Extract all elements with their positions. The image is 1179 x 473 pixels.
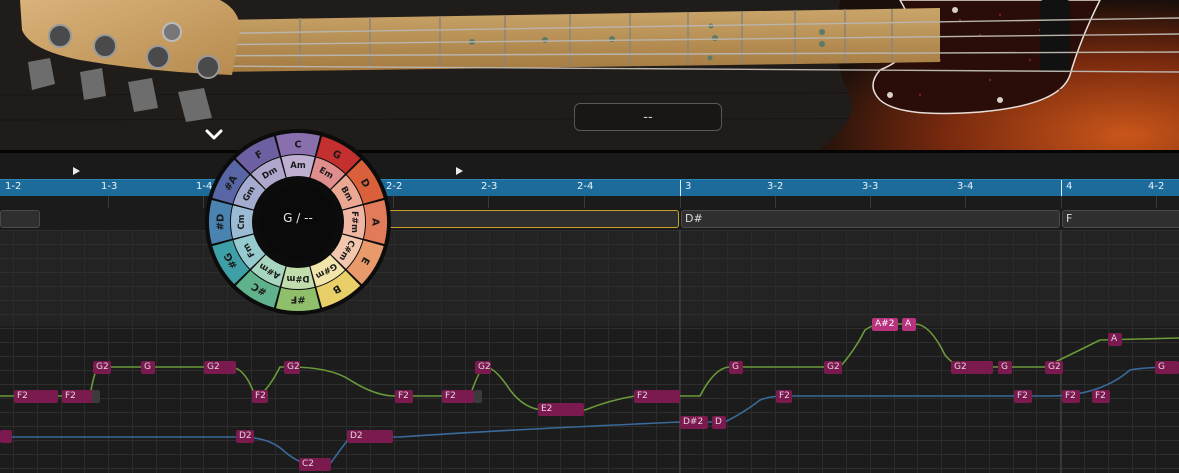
note[interactable]: F2 xyxy=(14,390,58,403)
wheel-major-label: A xyxy=(370,218,381,226)
note[interactable]: F2 xyxy=(442,390,474,403)
ruler-label: 2-3 xyxy=(481,181,498,192)
note[interactable]: G xyxy=(1155,361,1179,374)
chord-wheel[interactable]: C Am G Em D Bm A F#m E C#m B G#m #F D#m #C A#m #G Fm #D Cm #… xyxy=(204,128,392,316)
note[interactable]: G2 xyxy=(284,361,300,374)
note[interactable]: F2 xyxy=(395,390,413,403)
note[interactable]: G2 xyxy=(475,361,491,374)
ruler-label: 4-2 xyxy=(1148,181,1165,192)
ruler-label: 1-3 xyxy=(101,181,118,192)
wheel-minor-label: F#m xyxy=(349,211,359,233)
note[interactable]: G2 xyxy=(951,361,993,374)
note[interactable]: G2 xyxy=(93,361,111,374)
app-window: -- 1-2 1-3 1-4 2-2 2-3 2-4 3 3-2 3-3 3-4… xyxy=(0,0,1179,473)
marker-row xyxy=(0,153,1179,179)
grid-lines xyxy=(0,230,1179,473)
chord-track: D# F xyxy=(0,208,1179,230)
ruler-label: 3-2 xyxy=(767,181,784,192)
bar-line xyxy=(1061,180,1062,197)
note[interactable]: E2 xyxy=(538,403,584,416)
note[interactable]: D2 xyxy=(347,430,393,443)
note[interactable]: A xyxy=(902,318,916,331)
note[interactable]: F2 xyxy=(776,390,792,403)
play-icon[interactable] xyxy=(73,167,80,175)
wheel-minor-label: D#m xyxy=(286,273,309,283)
chord-block[interactable]: F xyxy=(1062,210,1179,228)
wheel-minor-label: Cm xyxy=(237,214,247,229)
note[interactable]: F2 xyxy=(634,390,680,403)
note[interactable]: D2 xyxy=(236,430,254,443)
note[interactable]: A#2 xyxy=(872,318,898,331)
note[interactable]: F2 xyxy=(62,390,94,403)
note[interactable]: F2 xyxy=(252,390,268,403)
note[interactable]: G xyxy=(729,361,743,374)
note[interactable]: F2 xyxy=(1092,390,1110,403)
wheel-center-label: G / -- xyxy=(283,211,313,225)
note-tail[interactable] xyxy=(92,390,100,403)
wheel-major-label: #D xyxy=(216,214,227,231)
note[interactable]: D xyxy=(712,416,726,429)
ruler-label: 3-4 xyxy=(957,181,974,192)
chord-block[interactable] xyxy=(0,210,40,228)
chord-display[interactable]: -- xyxy=(574,103,722,131)
wheel-major-label: #F xyxy=(290,294,305,305)
ruler-label: 1-2 xyxy=(5,181,22,192)
chevron-down-icon[interactable] xyxy=(204,128,224,142)
note[interactable]: G2 xyxy=(204,361,236,374)
instrument-header: -- xyxy=(0,0,1179,150)
note[interactable]: G xyxy=(141,361,155,374)
ruler-label: 3 xyxy=(685,181,692,192)
chord-block[interactable]: D# xyxy=(681,210,1060,228)
ruler-label: 2-4 xyxy=(577,181,594,192)
note[interactable]: G xyxy=(998,361,1012,374)
ruler-label: 4 xyxy=(1066,181,1073,192)
piano-roll-grid[interactable]: F2 F2 G2 G G2 F2 G2 F2 F2 G2 E2 F2 G G2 … xyxy=(0,230,1179,473)
bar-line xyxy=(680,180,681,197)
note[interactable]: A xyxy=(1108,333,1122,346)
note[interactable]: D#2 xyxy=(680,416,708,429)
note[interactable]: F2 xyxy=(1014,390,1032,403)
timeline-ruler[interactable]: 1-2 1-3 1-4 2-2 2-3 2-4 3 3-2 3-3 3-4 4 … xyxy=(0,179,1179,197)
play-icon[interactable] xyxy=(456,167,463,175)
note-tail[interactable] xyxy=(474,390,482,403)
note[interactable]: F2 xyxy=(1062,390,1080,403)
wheel-minor-label: Am xyxy=(290,161,306,171)
note[interactable]: G2 xyxy=(824,361,842,374)
chord-block-selected[interactable] xyxy=(380,210,679,228)
note[interactable]: C2 xyxy=(299,458,331,471)
ruler-label: 3-3 xyxy=(862,181,879,192)
note[interactable]: G2 xyxy=(1045,361,1063,374)
note[interactable] xyxy=(0,430,12,443)
wheel-major-label: C xyxy=(294,140,301,151)
